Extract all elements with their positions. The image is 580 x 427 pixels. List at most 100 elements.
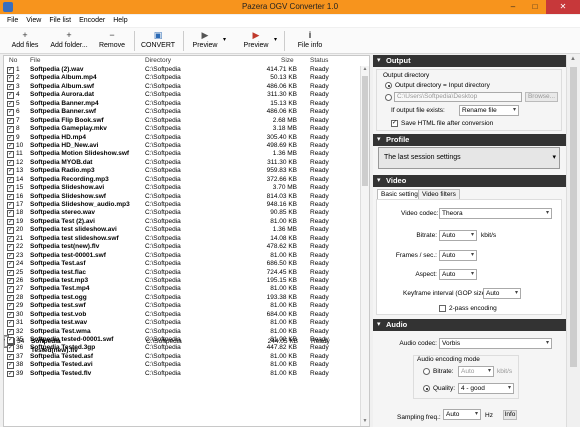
row-checkbox[interactable] — [7, 277, 14, 285]
file-list-scrollbar[interactable]: ▲ ▼ — [360, 66, 369, 426]
column-status[interactable]: Status — [310, 57, 328, 64]
table-row[interactable]: 28 Softpedia test.ogg C:\Softpedia 193.38 K… — [4, 294, 362, 302]
table-row[interactable]: 38 Softpedia Tested.avi C:\Softpedia 81.00 … — [4, 361, 362, 369]
row-checkbox[interactable] — [7, 235, 14, 243]
table-row[interactable]: 6 Softpedia Banner.swf C:\Softpedia 486.06 … — [4, 108, 362, 116]
table-row[interactable]: 31 Softpedia test.wav C:\Softpedia 81.00 KB… — [4, 319, 362, 327]
file-list[interactable]: No File Directory Size Status 1 Softpedia… — [3, 55, 370, 427]
audio-codec-select[interactable]: Vorbis — [439, 338, 552, 349]
table-row[interactable]: 3 Softpedia Album.swf C:\Softpedia 486.06 K… — [4, 83, 362, 91]
sampling-select[interactable]: Auto — [443, 409, 481, 420]
scroll-thumb[interactable] — [570, 67, 577, 367]
table-row[interactable]: 11 Softpedia Motion Slideshow.swf C:\Softp… — [4, 150, 362, 158]
row-checkbox[interactable] — [7, 100, 14, 108]
table-row[interactable]: 9 Softpedia HD.mp4 C:\Softpedia 305.40 KB Re… — [4, 134, 362, 142]
menu-view[interactable]: View — [22, 15, 45, 27]
scroll-down-icon[interactable]: ▼ — [361, 418, 369, 426]
profile-section-header[interactable]: Profile — [373, 134, 566, 146]
table-row[interactable]: 5 Softpedia Banner.mp4 C:\Softpedia 15.13 K… — [4, 100, 362, 108]
row-checkbox[interactable] — [7, 210, 14, 217]
file-info-button[interactable]: i File info — [296, 30, 324, 52]
table-row[interactable]: 22 Softpedia test(new).flv C:\Softpedia 478… — [4, 243, 362, 251]
table-row[interactable]: 24 Softpedia Test.asf C:\Softpedia 686.50 K… — [4, 260, 362, 268]
table-row[interactable]: 20 Softpedia test slideshow.avi C:\Softped… — [4, 226, 362, 234]
row-checkbox[interactable] — [7, 269, 14, 276]
column-no[interactable]: No — [9, 57, 17, 64]
output-section-header[interactable]: Output — [373, 55, 566, 67]
row-checkbox[interactable] — [7, 252, 14, 260]
row-checkbox[interactable] — [7, 176, 14, 184]
menu-help[interactable]: Help — [109, 15, 131, 27]
table-row[interactable]: 16 Softpedia Slideshow.swf C:\Softpedia 814… — [4, 193, 362, 201]
table-row[interactable]: 17 Softpedia Slideshow_audio.mp3 C:\Softpe… — [4, 201, 362, 209]
table-row[interactable]: 2 Softpedia Album.mp4 C:\Softpedia 50.13 KB… — [4, 74, 362, 82]
browse-button[interactable]: Browse... — [525, 92, 558, 102]
row-checkbox[interactable] — [7, 159, 14, 167]
info-button[interactable]: Info — [503, 410, 517, 420]
table-row[interactable]: 19 Softpedia Test (2).avi C:\Softpedia 81.0… — [4, 218, 362, 226]
chevron-down-icon[interactable]: ▾ — [274, 36, 277, 43]
table-row[interactable]: 35 Softpedia tested-00001.swf C:\Softpedia… — [4, 336, 362, 344]
fps-select[interactable]: Auto — [439, 250, 477, 261]
aspect-select[interactable]: Auto — [439, 269, 477, 280]
table-row[interactable]: 15 Softpedia Slideshow.avi C:\Softpedia 3.7… — [4, 184, 362, 192]
output-path-field[interactable]: C:\Users\Softpedia\Desktop — [394, 92, 522, 102]
table-row[interactable]: 25 Softpedia test.flac C:\Softpedia 724.45 … — [4, 269, 362, 277]
row-checkbox[interactable] — [7, 75, 14, 82]
two-pass-checkbox[interactable] — [439, 305, 446, 312]
gop-select[interactable]: Auto — [483, 288, 521, 299]
table-row[interactable]: 7 Softpedia Flip Book.swf C:\Softpedia 2.68… — [4, 117, 362, 125]
audio-section-header[interactable]: Audio — [373, 319, 566, 331]
if-exists-select[interactable]: Rename file — [459, 105, 519, 116]
row-checkbox[interactable] — [7, 142, 14, 150]
scroll-up-icon[interactable]: ▲ — [570, 56, 576, 62]
audio-quality-select[interactable]: 4 - good — [458, 383, 514, 394]
column-file[interactable]: File — [30, 57, 40, 64]
video-bitrate-select[interactable]: Auto — [439, 230, 477, 241]
row-checkbox[interactable] — [7, 243, 14, 251]
menu-file[interactable]: File — [3, 15, 22, 27]
audio-bitrate-select[interactable]: Auto — [458, 366, 494, 377]
remove-button[interactable]: − Remove — [97, 30, 127, 52]
row-checkbox[interactable] — [7, 167, 14, 175]
table-row[interactable]: 14 Softpedia Recording.mp3 C:\Softpedia 372… — [4, 176, 362, 184]
table-row[interactable]: 13 Softpedia Radio.mp3 C:\Softpedia 959.83 … — [4, 167, 362, 175]
row-checkbox[interactable] — [7, 218, 14, 226]
close-button[interactable]: ✕ — [546, 0, 580, 14]
settings-scrollbar[interactable]: ▲ — [566, 55, 579, 427]
row-checkbox[interactable] — [7, 91, 14, 99]
row-checkbox[interactable] — [7, 83, 14, 91]
table-row[interactable]: 36 Softpedia Tested.3gp C:\Softpedia 447.82… — [4, 344, 362, 352]
row-checkbox[interactable] — [7, 353, 14, 361]
add-folder-button[interactable]: + Add folder... — [48, 30, 90, 52]
save-html-checkbox[interactable] — [391, 119, 398, 127]
row-checkbox[interactable] — [7, 260, 14, 268]
profile-select[interactable]: The last session settings — [378, 147, 560, 169]
table-row[interactable]: 29 Softpedia test.swf C:\Softpedia 81.00 KB… — [4, 302, 362, 310]
radio-same-dir[interactable] — [385, 82, 392, 89]
row-checkbox[interactable] — [7, 285, 14, 293]
table-row[interactable]: 39 Softpedia Tested.flv C:\Softpedia 81.00 … — [4, 370, 362, 378]
table-row[interactable]: 18 Softpedia stereo.wav C:\Softpedia 90.85 … — [4, 209, 362, 217]
convert-button[interactable]: ▣ CONVERT — [140, 30, 176, 52]
table-row[interactable]: 27 Softpedia Test.mp4 C:\Softpedia 81.00 KB… — [4, 285, 362, 293]
row-checkbox[interactable] — [7, 66, 14, 74]
row-checkbox[interactable] — [7, 201, 14, 209]
menu-encoder[interactable]: Encoder — [75, 15, 109, 27]
scroll-thumb[interactable] — [362, 76, 368, 186]
row-checkbox[interactable] — [7, 117, 14, 125]
radio-custom-dir[interactable] — [385, 94, 392, 101]
video-codec-select[interactable]: Theora — [439, 208, 552, 219]
add-files-button[interactable]: + Add files — [8, 30, 42, 52]
tab-video-filters[interactable]: Video filters — [418, 189, 460, 199]
row-checkbox[interactable] — [7, 294, 14, 302]
table-row[interactable]: 8 Softpedia Gameplay.mkv C:\Softpedia 3.18 … — [4, 125, 362, 133]
scroll-up-icon[interactable]: ▲ — [361, 66, 369, 74]
row-checkbox[interactable] — [7, 150, 14, 158]
row-checkbox[interactable] — [7, 345, 14, 352]
row-checkbox[interactable] — [7, 361, 14, 369]
video-section-header[interactable]: Video — [373, 175, 566, 187]
maximize-button[interactable]: □ — [524, 0, 546, 14]
row-checkbox[interactable] — [7, 302, 14, 310]
row-checkbox[interactable] — [7, 125, 14, 133]
